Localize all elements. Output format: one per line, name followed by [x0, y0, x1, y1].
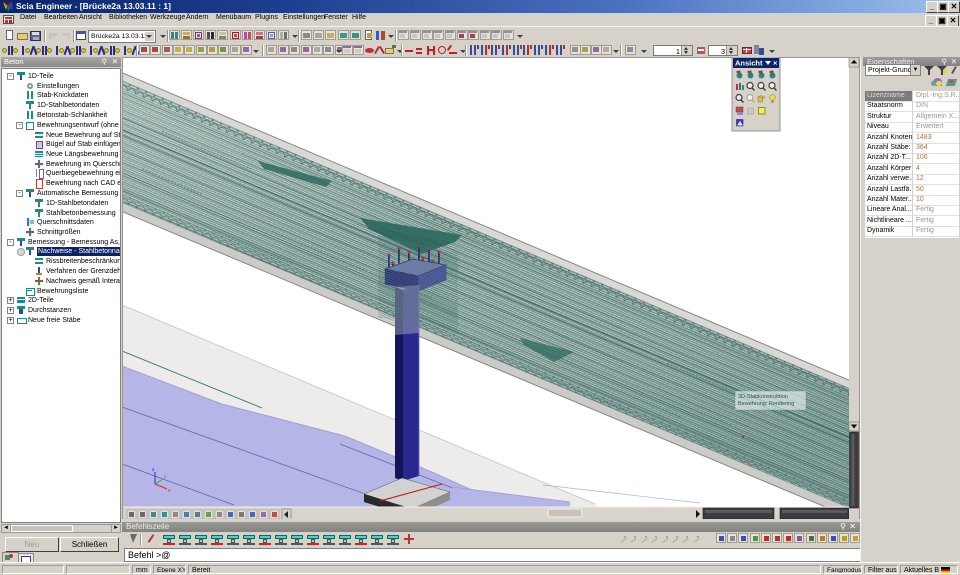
- svg-text:Ansicht: Ansicht: [735, 59, 763, 68]
- svg-text:×: ×: [773, 59, 778, 68]
- svg-text:3D-Stabkonstruktion: 3D-Stabkonstruktion: [738, 394, 788, 400]
- svg-text:Bewehrung: Rendering: Bewehrung: Rendering: [738, 401, 794, 407]
